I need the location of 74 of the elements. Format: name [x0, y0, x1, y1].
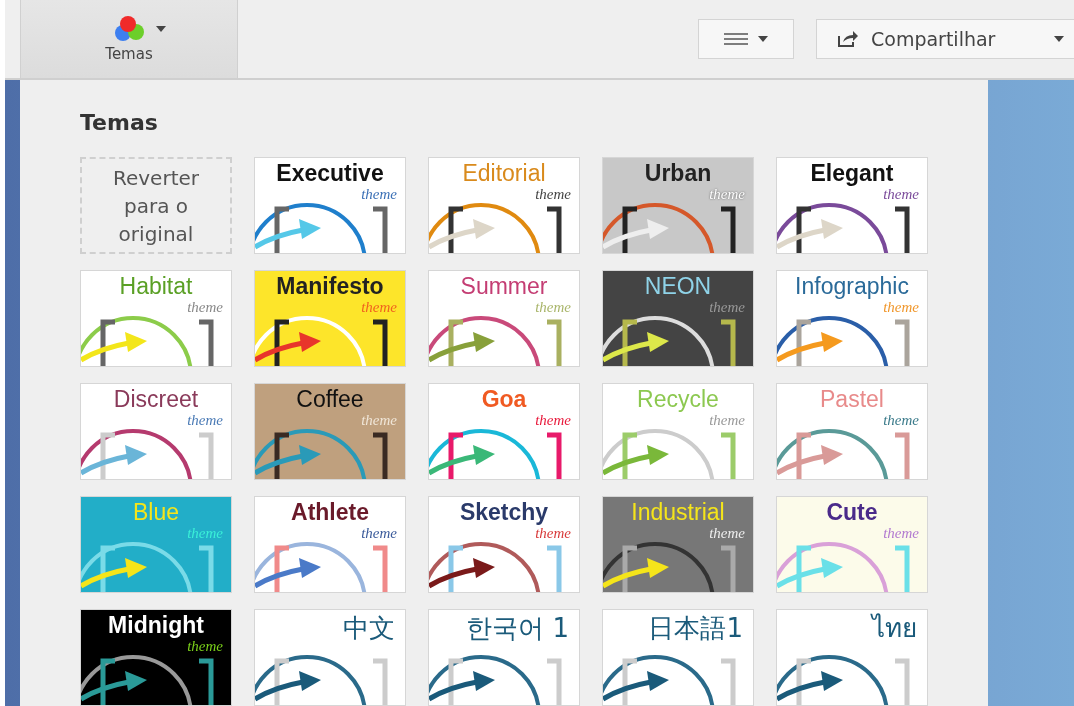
caret-icon	[1054, 36, 1064, 42]
theme-subtitle: theme	[534, 525, 572, 541]
caret-icon	[758, 36, 768, 42]
theme-subtitle: theme	[186, 299, 224, 315]
theme-tile[interactable]: Industrial theme	[602, 496, 754, 593]
theme-subtitle: theme	[360, 186, 398, 202]
theme-subtitle: theme	[882, 186, 920, 202]
theme-tile[interactable]: 中文	[254, 609, 406, 706]
theme-tile[interactable]: ไทย	[776, 609, 928, 706]
panel-title: Temas	[80, 110, 159, 135]
caret-icon	[156, 26, 166, 32]
theme-name: Elegant	[809, 159, 895, 186]
theme-name: Midnight	[107, 611, 205, 638]
theme-subtitle: theme	[360, 412, 398, 428]
theme-subtitle: theme	[708, 299, 746, 315]
language-name: 日本語1	[647, 612, 744, 644]
theme-tile[interactable]: Executive theme	[254, 157, 406, 254]
theme-name: Editorial	[461, 159, 547, 186]
theme-subtitle: theme	[708, 412, 746, 428]
theme-tile[interactable]: Cute theme	[776, 496, 928, 593]
theme-tile[interactable]: Coffee theme	[254, 383, 406, 480]
theme-tile[interactable]: Habitat theme	[80, 270, 232, 367]
theme-name: Athlete	[290, 498, 370, 525]
theme-tile[interactable]: Goa theme	[428, 383, 580, 480]
theme-subtitle: theme	[882, 299, 920, 315]
theme-name: Pastel	[819, 385, 885, 412]
theme-name: Blue	[131, 498, 180, 525]
theme-tile[interactable]: Elegant theme	[776, 157, 928, 254]
share-icon	[837, 30, 859, 48]
theme-tile[interactable]: 日本語1	[602, 609, 754, 706]
theme-subtitle: theme	[534, 186, 572, 202]
menu-button[interactable]	[698, 19, 794, 59]
theme-subtitle: theme	[534, 412, 572, 428]
theme-tile[interactable]: Athlete theme	[254, 496, 406, 593]
theme-subtitle: theme	[882, 412, 920, 428]
theme-subtitle: theme	[186, 525, 224, 541]
theme-name: NEON	[643, 272, 713, 299]
language-name: 中文	[342, 612, 396, 644]
theme-tile[interactable]: Editorial theme	[428, 157, 580, 254]
menu-icon	[724, 33, 748, 45]
theme-name: Coffee	[295, 385, 365, 412]
share-button[interactable]: Compartilhar	[816, 19, 1074, 59]
theme-subtitle: theme	[186, 412, 224, 428]
theme-name: Habitat	[118, 272, 194, 299]
theme-tile[interactable]: Summer theme	[428, 270, 580, 367]
theme-tile[interactable]: Infographic theme	[776, 270, 928, 367]
language-name: 한국어 1	[465, 612, 570, 644]
theme-subtitle: theme	[534, 299, 572, 315]
theme-subtitle: theme	[360, 299, 398, 315]
theme-name: Industrial	[630, 498, 726, 525]
theme-name: Recycle	[636, 385, 720, 412]
theme-tile[interactable]: 한국어 1	[428, 609, 580, 706]
theme-subtitle: theme	[360, 525, 398, 541]
revert-button[interactable]: Reverter para o original	[80, 157, 232, 254]
theme-name: Infographic	[794, 272, 910, 299]
theme-subtitle: theme	[882, 525, 920, 541]
theme-tile[interactable]: Pastel theme	[776, 383, 928, 480]
theme-name: Executive	[275, 159, 385, 186]
theme-name: Sketchy	[458, 498, 550, 525]
theme-tile[interactable]: NEON theme	[602, 270, 754, 367]
theme-name: Discreet	[112, 385, 200, 412]
theme-tile[interactable]: Manifesto theme	[254, 270, 406, 367]
theme-name: Cute	[825, 498, 879, 525]
theme-name: Manifesto	[275, 272, 385, 299]
theme-subtitle: theme	[186, 638, 224, 654]
theme-subtitle: theme	[708, 525, 746, 541]
theme-tile[interactable]: Discreet theme	[80, 383, 232, 480]
theme-tile[interactable]: Midnight theme	[80, 609, 232, 706]
themes-button[interactable]: Temas	[20, 0, 238, 78]
language-name: ไทย	[869, 612, 918, 644]
theme-name: Summer	[459, 272, 549, 299]
theme-tile[interactable]: Sketchy theme	[428, 496, 580, 593]
theme-name: Urban	[643, 159, 713, 186]
theme-name: Goa	[480, 385, 528, 412]
